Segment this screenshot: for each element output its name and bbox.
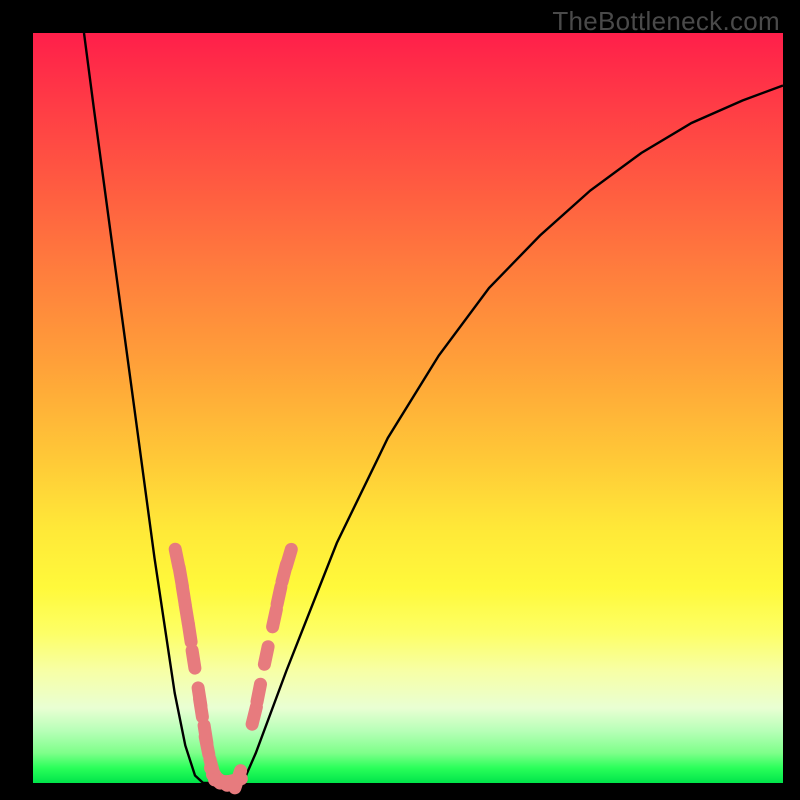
curve-layer [33, 33, 783, 783]
highlight-marker [205, 737, 209, 755]
highlight-marker [235, 771, 241, 788]
highlight-marker [200, 699, 203, 717]
highlight-markers [175, 549, 291, 788]
highlight-marker [286, 549, 291, 566]
highlight-marker [257, 684, 261, 702]
bottleneck-curve-left [84, 33, 236, 783]
highlight-marker [273, 609, 277, 627]
highlight-marker [192, 650, 195, 668]
highlight-marker [277, 587, 281, 605]
highlight-marker [188, 624, 191, 642]
highlight-marker [252, 707, 256, 724]
bottleneck-curve-right [236, 86, 784, 784]
highlight-marker [264, 647, 268, 665]
chart-frame: TheBottleneck.com [0, 0, 800, 800]
watermark-text: TheBottleneck.com [552, 6, 780, 37]
